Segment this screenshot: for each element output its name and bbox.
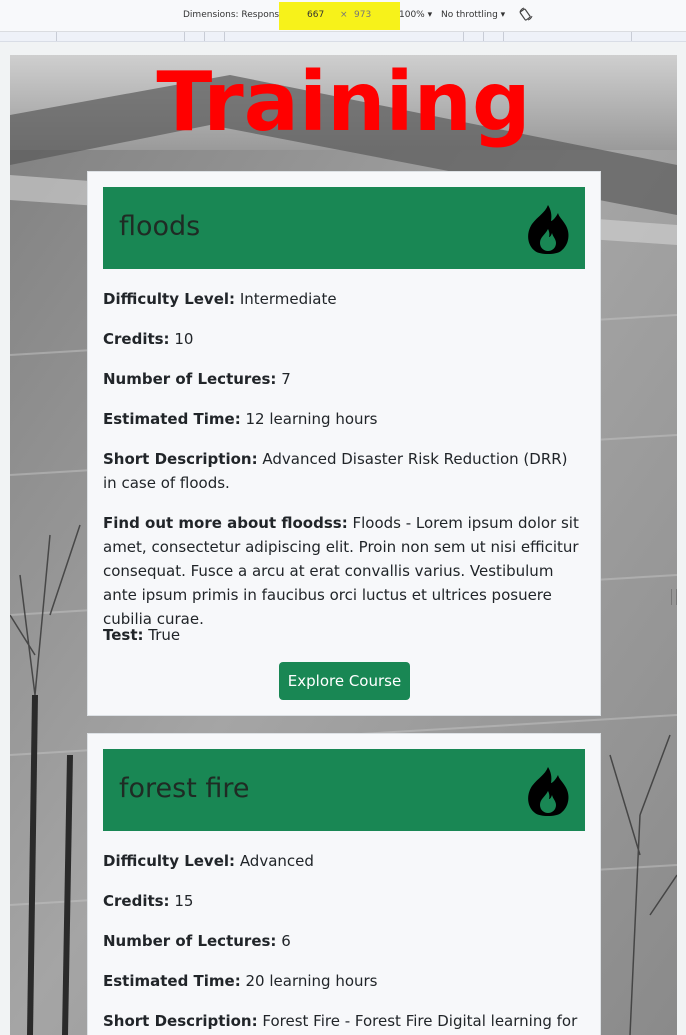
short-description-field: Short Description: Forest Fire - Forest … xyxy=(103,1012,578,1030)
explore-course-button[interactable]: Explore Course xyxy=(279,662,410,700)
course-card: floods Difficulty Level: Intermediate Cr… xyxy=(87,171,601,716)
lectures-field: Number of Lectures: 6 xyxy=(103,932,291,950)
ruler xyxy=(0,32,686,42)
page-viewport: Training floods Difficulty Level: Interm… xyxy=(10,55,677,1035)
fire-icon xyxy=(528,767,569,816)
course-title: forest fire xyxy=(119,773,250,804)
devtools-toolbar: Dimensions: Responsive ▾ 667 × 973 100% … xyxy=(0,0,686,32)
lectures-field: Number of Lectures: 7 xyxy=(103,370,291,388)
course-card-header: floods xyxy=(103,187,585,269)
resize-handle[interactable] xyxy=(671,589,677,605)
difficulty-field: Difficulty Level: Advanced xyxy=(103,852,314,870)
test-field: Test: True xyxy=(103,626,181,644)
zoom-dropdown[interactable]: 100% ▾ xyxy=(399,10,432,20)
more-info-field: Find out more about floodss: Floods - Lo… xyxy=(103,514,579,628)
rotate-icon[interactable] xyxy=(519,7,533,21)
dimension-separator: × xyxy=(340,10,348,20)
throttling-dropdown[interactable]: No throttling ▾ xyxy=(441,10,505,20)
course-title: floods xyxy=(119,211,201,242)
fire-icon xyxy=(528,205,569,254)
course-card: forest fire Difficulty Level: Advanced C… xyxy=(87,733,601,1035)
height-input[interactable]: 973 xyxy=(354,10,371,20)
time-field: Estimated Time: 12 learning hours xyxy=(103,410,378,428)
credits-field: Credits: 10 xyxy=(103,330,194,348)
time-field: Estimated Time: 20 learning hours xyxy=(103,972,378,990)
short-description-field: Short Description: Advanced Disaster Ris… xyxy=(103,450,568,492)
page-title: Training xyxy=(156,55,531,150)
difficulty-field: Difficulty Level: Intermediate xyxy=(103,290,337,308)
credits-field: Credits: 15 xyxy=(103,892,194,910)
course-card-header: forest fire xyxy=(103,749,585,831)
width-input[interactable]: 667 xyxy=(307,10,324,20)
